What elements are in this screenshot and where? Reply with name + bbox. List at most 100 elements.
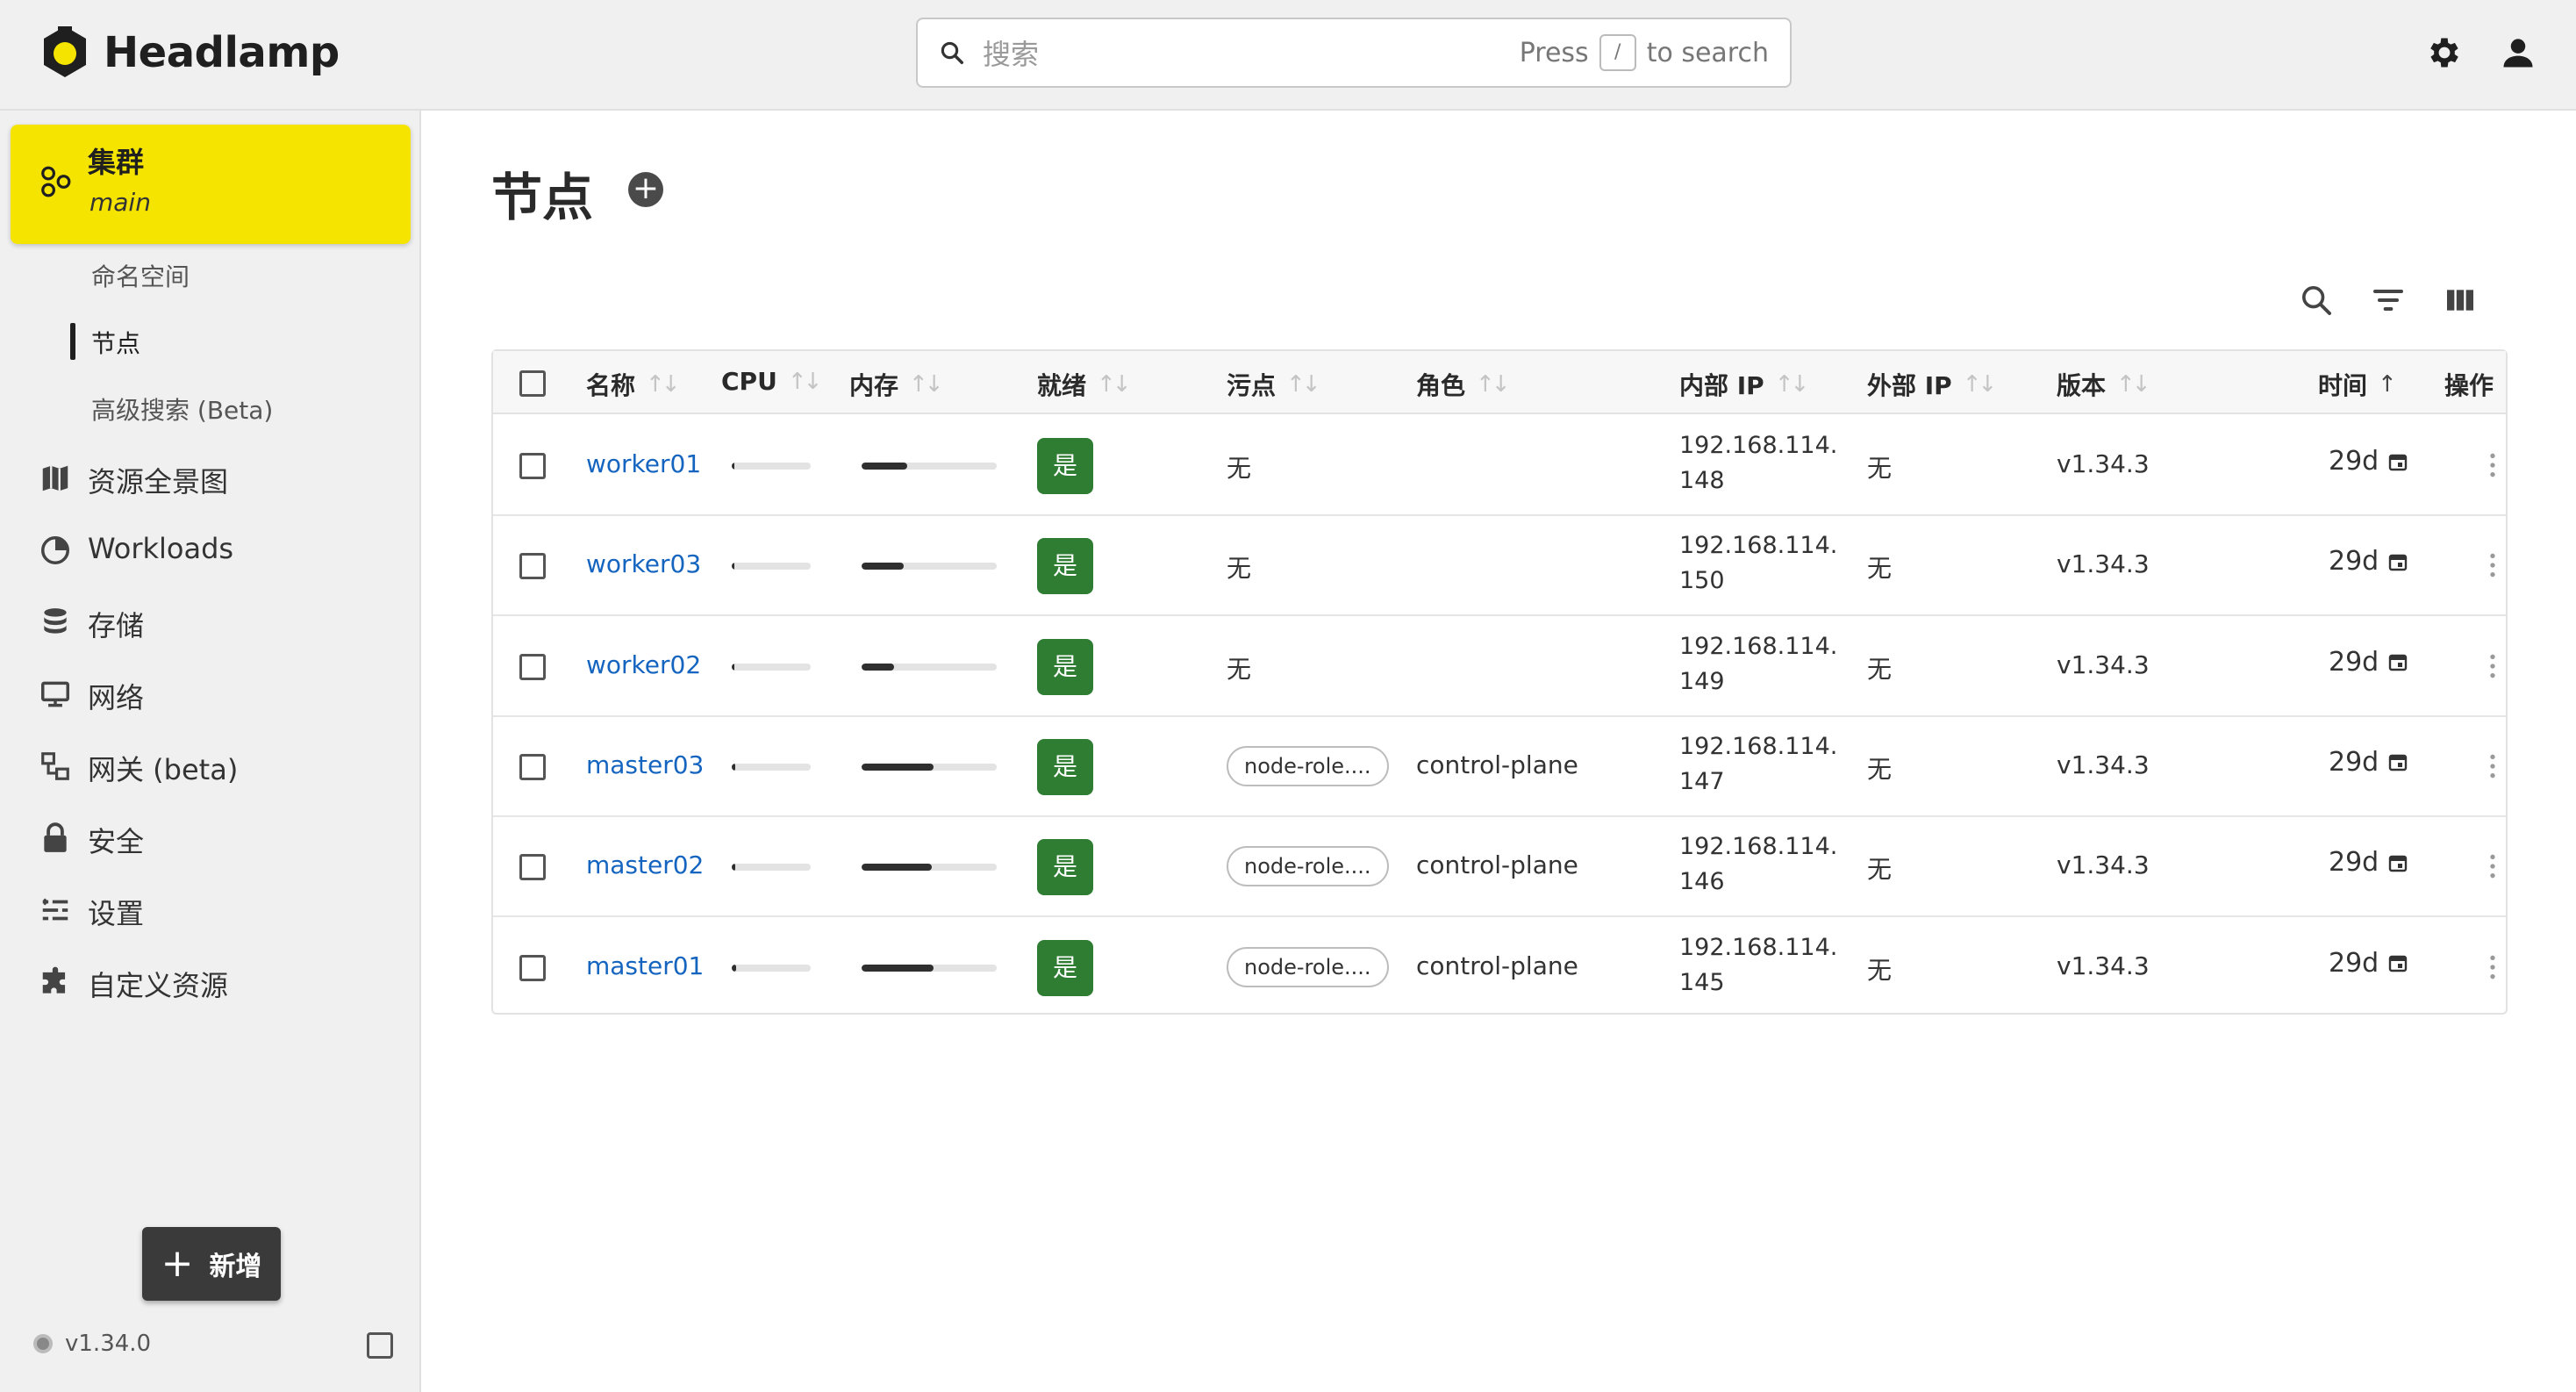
filter-icon[interactable] [2371, 283, 2406, 318]
column-header-actions: 操作 [2444, 371, 2494, 400]
search-icon[interactable] [2299, 283, 2334, 318]
account-icon[interactable] [2499, 33, 2537, 72]
column-header-age[interactable]: 时间 ↑ [2318, 367, 2397, 402]
row-checkbox[interactable] [519, 553, 546, 580]
column-header-memory[interactable]: 内存 ↑↓ [849, 367, 944, 402]
app-logo[interactable]: Headlamp [40, 23, 340, 83]
calendar-icon [2389, 654, 2408, 671]
columns-icon[interactable] [2443, 283, 2478, 318]
row-checkbox[interactable] [519, 753, 546, 780]
column-header-roles[interactable]: 角色 ↑↓ [1416, 367, 1511, 402]
sidebar-item-custom-resources[interactable]: 自定义资源 [0, 950, 421, 1011]
column-header-cpu[interactable]: CPU ↑↓ [721, 367, 822, 396]
taint-chip[interactable]: node-role.... [1227, 846, 1389, 887]
external-ip-value: 无 [1867, 654, 1893, 684]
version-info: v1.34.0 [33, 1331, 151, 1357]
lock-icon [44, 822, 67, 852]
sort-icon: ↑↓ [2116, 371, 2151, 398]
row-actions-menu-icon[interactable] [2488, 451, 2497, 479]
table-row: worker03 是 无 192.168.114.150 无 v1.34.3 29d [493, 516, 2506, 617]
row-actions-menu-icon[interactable] [2488, 852, 2497, 880]
cluster-label: 集群 [88, 146, 145, 179]
internal-ip-value: 192.168.114.147 [1679, 732, 1838, 795]
column-header-taints[interactable]: 污点 ↑↓ [1227, 367, 1321, 402]
external-ip-value: 无 [1867, 955, 1893, 985]
create-node-button[interactable]: + [628, 172, 663, 207]
taint-chip[interactable]: node-role.... [1227, 946, 1389, 987]
ready-status-badge: 是 [1037, 939, 1093, 996]
node-name-link[interactable]: master03 [586, 750, 704, 779]
node-name-link[interactable]: worker03 [586, 549, 701, 578]
column-header-name[interactable]: 名称 ↑↓ [586, 367, 681, 402]
age-value: 29d [2329, 647, 2408, 678]
table-row: worker01 是 无 192.168.114.148 无 v1.34.3 29d [493, 416, 2506, 516]
row-checkbox[interactable] [519, 854, 546, 881]
taint-chip[interactable]: node-role.... [1227, 745, 1389, 786]
external-ip-value: 无 [1867, 454, 1893, 483]
sidebar: 集群 main 命名空间 节点 高级搜索 (Beta) 资源全景图 Worklo… [0, 111, 421, 1392]
version-value: v1.34.3 [2057, 649, 2150, 679]
column-header-version[interactable]: 版本 ↑↓ [2057, 367, 2151, 402]
memory-usage-bar [862, 964, 997, 972]
sidebar-item-label: 自定义资源 [88, 969, 229, 1002]
select-all-checkbox[interactable] [519, 370, 546, 397]
sidebar-item-map[interactable]: 资源全景图 [0, 446, 421, 507]
roles-value: control-plane [1416, 850, 1578, 880]
row-actions-menu-icon[interactable] [2488, 652, 2497, 680]
sidebar-item-nodes[interactable]: 节点 [0, 314, 421, 367]
sidebar-item-namespaces[interactable]: 命名空间 [0, 248, 421, 300]
memory-usage-bar [862, 663, 997, 671]
row-actions-menu-icon[interactable] [2488, 752, 2497, 780]
sidebar-item-advanced-search[interactable]: 高级搜索 (Beta) [0, 381, 421, 434]
memory-usage-bar [862, 864, 997, 872]
sidebar-item-label: Workloads [88, 532, 234, 565]
cpu-usage-bar [732, 964, 811, 972]
sidebar-item-label: 节点 [91, 329, 141, 358]
age-text: 29d [2329, 546, 2379, 578]
calendar-icon [2389, 955, 2408, 972]
add-resource-button[interactable]: + 新增 [142, 1227, 281, 1301]
row-checkbox[interactable] [519, 453, 546, 479]
calendar-icon [2389, 855, 2408, 872]
internal-ip-value: 192.168.114.145 [1679, 933, 1838, 996]
settings-gear-icon[interactable] [2425, 33, 2464, 72]
sidebar-item-label: 网络 [88, 681, 145, 714]
collapse-sidebar-icon[interactable] [367, 1332, 393, 1359]
puzzle-icon [42, 966, 66, 994]
sidebar-item-cluster[interactable]: 集群 main [11, 125, 411, 244]
node-name-link[interactable]: master01 [586, 951, 704, 980]
search-input[interactable]: 搜索 Press / to search [916, 18, 1792, 88]
sort-icon: ↑↓ [646, 371, 681, 398]
sort-icon: ↑↓ [1774, 371, 1810, 398]
sidebar-item-workloads[interactable]: Workloads [0, 518, 421, 579]
row-actions-menu-icon[interactable] [2488, 953, 2497, 981]
sidebar-item-network[interactable]: 网络 [0, 662, 421, 723]
sidebar-item-security[interactable]: 安全 [0, 806, 421, 867]
node-name-link[interactable]: worker01 [586, 449, 701, 478]
node-name-link[interactable]: worker02 [586, 650, 701, 679]
sidebar-item-storage[interactable]: 存储 [0, 590, 421, 651]
age-text: 29d [2329, 947, 2379, 979]
row-checkbox[interactable] [519, 653, 546, 680]
external-ip-value: 无 [1867, 754, 1893, 784]
table-header: 名称 ↑↓ CPU ↑↓ 内存 ↑↓ 就绪 ↑↓ 污点 ↑↓ 角色 ↑↓ 内部 IP ↑↓ 外… [493, 351, 2506, 414]
node-name-link[interactable]: master02 [586, 850, 704, 879]
column-header-internal-ip[interactable]: 内部 IP ↑↓ [1679, 367, 1810, 402]
row-checkbox[interactable] [519, 954, 546, 981]
settings-list-icon [42, 898, 68, 921]
calendar-icon [2389, 755, 2408, 771]
nodes-table: 名称 ↑↓ CPU ↑↓ 内存 ↑↓ 就绪 ↑↓ 污点 ↑↓ 角色 ↑↓ 内部 IP ↑↓ 外… [491, 349, 2508, 1015]
sidebar-item-label: 资源全景图 [88, 465, 229, 499]
row-actions-menu-icon[interactable] [2488, 551, 2497, 579]
sidebar-item-settings[interactable]: 设置 [0, 878, 421, 939]
calendar-icon [2389, 454, 2408, 470]
calendar-icon [2389, 554, 2408, 570]
column-header-ready[interactable]: 就绪 ↑↓ [1037, 367, 1132, 402]
sort-ascending-icon: ↑ [2378, 371, 2397, 398]
sidebar-item-gateway[interactable]: 网关 (beta) [0, 734, 421, 795]
version-status-icon [33, 1334, 53, 1353]
roles-value: control-plane [1416, 750, 1578, 779]
table-row: master03 是 node-role.... control-plane 192.1… [493, 717, 2506, 817]
column-header-external-ip[interactable]: 外部 IP ↑↓ [1867, 367, 1997, 402]
sort-icon: ↑↓ [1286, 371, 1321, 398]
